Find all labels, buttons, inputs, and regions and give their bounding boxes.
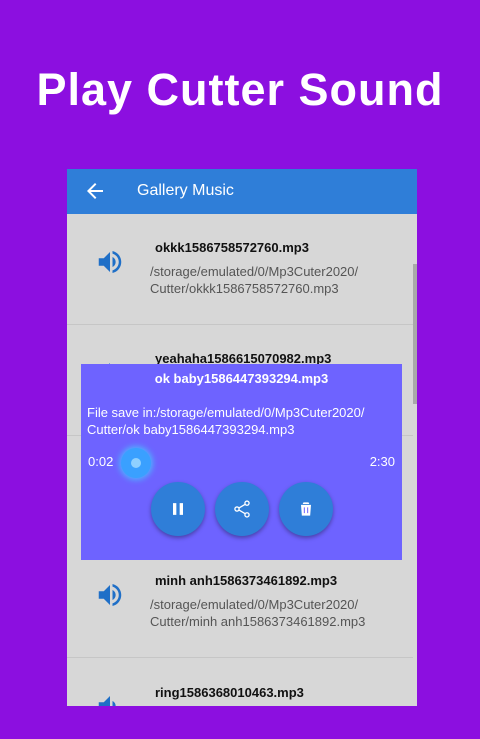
speaker-icon (95, 247, 125, 277)
file-path-line: /storage/emulated/0/Mp3Cuter2020/ (150, 264, 359, 279)
file-name: ring1586368010463.mp3 (155, 685, 304, 700)
app-bar: Gallery Music (67, 169, 417, 214)
file-path: /storage/emulated/0/Mp3Cuter2020/ Cutter… (150, 263, 395, 297)
file-path: /storage/emulated/0/Mp3Cuter2020/ Cutter… (150, 596, 395, 630)
speaker-icon (95, 691, 125, 706)
headline: Play Cutter Sound (36, 64, 444, 115)
total-time: 2:30 (369, 454, 395, 469)
file-path-line: Cutter/minh anh1586373461892.mp3 (150, 614, 366, 629)
share-icon (234, 500, 250, 518)
delete-icon (301, 502, 311, 516)
file-name: okkk1586758572760.mp3 (155, 240, 309, 255)
save-message: File save in:/storage/emulated/0/Mp3Cute… (87, 404, 397, 438)
delete-button[interactable] (279, 482, 333, 536)
pause-button[interactable] (151, 482, 205, 536)
file-name: minh anh1586373461892.mp3 (155, 573, 338, 588)
save-message-line: Cutter/ok baby1586447393294.mp3 (87, 422, 295, 437)
dialog-title: ok baby1586447393294.mp3 (154, 371, 329, 386)
list-item[interactable]: okkk1586758572760.mp3 /storage/emulated/… (67, 214, 413, 325)
arrow-left-icon[interactable] (83, 179, 107, 203)
save-message-line: File save in:/storage/emulated/0/Mp3Cute… (87, 405, 365, 420)
seek-thumb[interactable] (121, 448, 152, 478)
current-time: 0:02 (88, 454, 114, 469)
share-button[interactable] (215, 482, 269, 536)
player-dialog: ok baby1586447393294.mp3 File save in:/s… (81, 364, 402, 560)
scrollbar[interactable] (413, 264, 417, 404)
list-item[interactable]: ring1586368010463.mp3 (67, 658, 413, 706)
file-path-line: Cutter/okkk1586758572760.mp3 (150, 281, 339, 296)
seek-thumb-core (131, 458, 142, 468)
file-path-line: /storage/emulated/0/Mp3Cuter2020/ (150, 597, 359, 612)
list-item[interactable]: minh anh1586373461892.mp3 /storage/emula… (67, 547, 413, 658)
page-title: Gallery Music (137, 182, 234, 199)
pause-icon (173, 503, 183, 515)
speaker-icon (95, 580, 125, 610)
